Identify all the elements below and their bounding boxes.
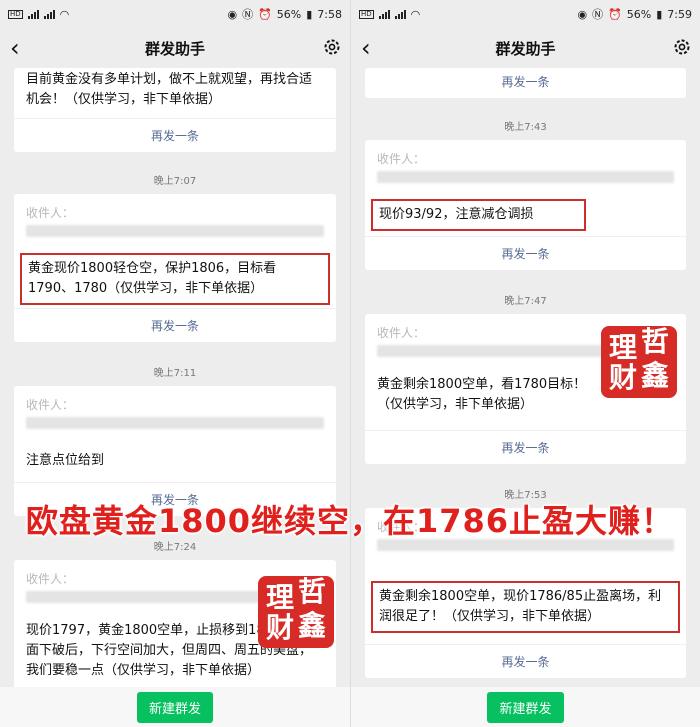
- bottom-bar: 新建群发: [351, 687, 700, 727]
- broadcast-card: 收件人： 黄金现价1800轻仓空，保护1806，目标看1790、1780（仅供学…: [14, 194, 336, 342]
- alarm-icon: ⏰: [258, 7, 272, 21]
- clock: 7:59: [667, 7, 692, 21]
- alarm-icon: ⏰: [608, 7, 622, 21]
- message-text: 黄金现价1800轻仓空，保护1806，目标看1790、1780（仅供学习，非下单…: [20, 253, 330, 305]
- timestamp: 晚上7:43: [504, 122, 547, 133]
- wifi-icon: ◠: [410, 7, 421, 21]
- seal-char: 理: [266, 581, 295, 614]
- nav-bar: ‹ 群发助手: [351, 28, 700, 68]
- back-icon[interactable]: ‹: [361, 34, 371, 62]
- resend-button[interactable]: 再发一条: [365, 68, 686, 96]
- seal-char: 鑫: [298, 609, 327, 642]
- signal-indicators: HD ◠: [8, 8, 69, 21]
- battery-percent: 56%: [276, 7, 302, 21]
- recipients-label: 收件人：: [26, 398, 75, 412]
- message-text: 注意点位给到: [26, 453, 105, 468]
- signal-icon: [27, 9, 39, 19]
- signal-indicators: HD ◠: [359, 8, 420, 21]
- page-title: 群发助手: [144, 39, 205, 58]
- recipients-list-blurred: [26, 225, 324, 237]
- broadcast-card: 收件人： 现价93/92，注意减仓调损 再发一条: [365, 140, 686, 270]
- timestamp: 晚上7:07: [153, 176, 197, 187]
- status-right: ◉ Ⓝ ⏰ 56% ▮ 7:58: [227, 6, 342, 22]
- resend-button[interactable]: 再发一条: [365, 430, 686, 464]
- signal-icon: [394, 9, 406, 19]
- watermark-seal: 理 哲 财 鑫: [601, 326, 677, 398]
- gear-icon[interactable]: [322, 37, 342, 61]
- clock: 7:58: [317, 7, 342, 21]
- new-broadcast-button[interactable]: 新建群发: [487, 691, 564, 723]
- left-phone-screen: HD ◠ ◉ Ⓝ ⏰ 56% ▮ 7:58 ‹ 群发助手 目前黄金没有多单计划，…: [0, 0, 350, 727]
- status-bar: HD ◠ ◉ Ⓝ ⏰ 56% ▮ 7:58: [0, 0, 350, 28]
- back-icon[interactable]: ‹: [10, 34, 20, 62]
- seal-char: 鑫: [641, 359, 670, 392]
- timestamp: 晚上7:11: [153, 368, 197, 379]
- resend-button[interactable]: 再发一条: [14, 308, 336, 342]
- promo-banner: 欧盘黄金1800继续空，在1786止盈大赚！: [25, 502, 675, 540]
- timestamp: 晚上7:47: [504, 296, 547, 307]
- message-text: 黄金剩余1800空单，现价1786/85止盈离场，利润很足了！（仅供学习，非下单…: [371, 581, 680, 633]
- signal-icon: [378, 9, 390, 19]
- page-title: 群发助手: [495, 39, 556, 58]
- hd-icon: HD: [8, 9, 23, 19]
- battery-percent: 56%: [626, 7, 652, 21]
- seal-char: 哲: [298, 575, 327, 608]
- battery-icon: ▮: [306, 7, 313, 21]
- resend-button[interactable]: 再发一条: [365, 644, 686, 678]
- nfc-icon: Ⓝ: [242, 8, 254, 21]
- seal-char: 理: [609, 331, 638, 364]
- resend-button[interactable]: 再发一条: [14, 118, 336, 152]
- seal-char: 哲: [641, 325, 670, 358]
- recipients-label: 收件人：: [26, 206, 75, 220]
- signal-icon: [43, 9, 55, 19]
- resend-button[interactable]: 再发一条: [365, 236, 686, 270]
- seal-char: 财: [266, 611, 295, 644]
- recipients-list-blurred: [26, 417, 324, 429]
- battery-icon: ▮: [656, 7, 663, 21]
- nav-bar: ‹ 群发助手: [0, 28, 350, 68]
- seal-char: 财: [609, 361, 638, 394]
- recipients-list-blurred: [377, 171, 674, 183]
- eye-icon: ◉: [227, 7, 238, 21]
- message-text: 目前黄金没有多单计划，做不上就观望，再找合适机会！（仅供学习，非下单依据）: [26, 72, 313, 107]
- broadcast-card: 目前黄金没有多单计划，做不上就观望，再找合适机会！（仅供学习，非下单依据） 再发…: [14, 68, 336, 152]
- recipients-label: 收件人：: [377, 152, 426, 166]
- gear-icon[interactable]: [672, 37, 692, 61]
- watermark-seal: 理 哲 财 鑫: [258, 576, 334, 648]
- new-broadcast-button[interactable]: 新建群发: [136, 691, 213, 723]
- right-phone-screen: HD ◠ ◉ Ⓝ ⏰ 56% ▮ 7:59 ‹ 群发助手 再发一条 晚上7:43…: [350, 0, 700, 727]
- eye-icon: ◉: [577, 7, 588, 21]
- wifi-icon: ◠: [59, 7, 70, 21]
- status-bar: HD ◠ ◉ Ⓝ ⏰ 56% ▮ 7:59: [351, 0, 700, 28]
- nfc-icon: Ⓝ: [592, 8, 604, 21]
- status-right: ◉ Ⓝ ⏰ 56% ▮ 7:59: [577, 6, 692, 22]
- hd-icon: HD: [359, 9, 374, 19]
- broadcast-card: 再发一条: [365, 68, 686, 98]
- bottom-bar: 新建群发: [0, 687, 350, 727]
- message-text: 现价93/92，注意减仓调损: [371, 199, 586, 231]
